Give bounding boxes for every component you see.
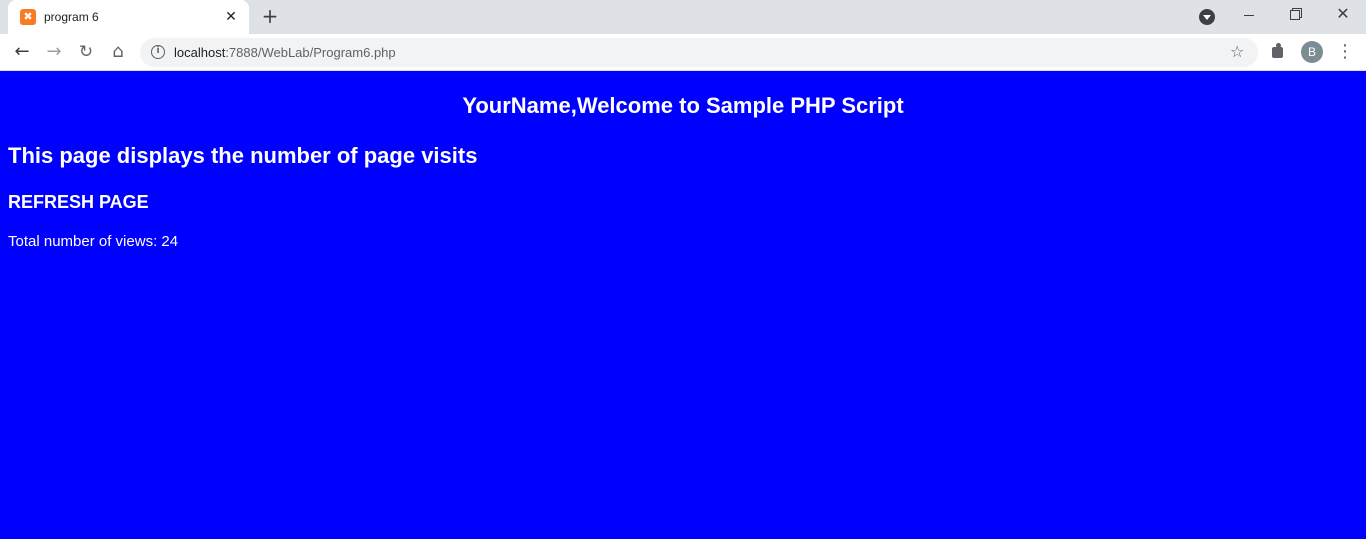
kebab-menu-icon[interactable]: ⋮ bbox=[1336, 40, 1354, 64]
profile-avatar[interactable]: B bbox=[1301, 41, 1323, 63]
restore-button[interactable] bbox=[1290, 8, 1302, 20]
tab-close-icon[interactable]: ✕ bbox=[222, 8, 240, 26]
window-close-button[interactable]: ✕ bbox=[1335, 4, 1351, 24]
view-count-text: Total number of views: 24 bbox=[8, 233, 179, 250]
page-subheading: This page displays the number of page vi… bbox=[8, 143, 478, 168]
tab-title: program 6 bbox=[44, 10, 99, 24]
reload-icon[interactable]: ↻ bbox=[74, 40, 98, 64]
extensions-puzzle-icon[interactable] bbox=[1271, 43, 1287, 59]
forward-icon[interactable]: → bbox=[42, 40, 66, 64]
url-host: localhost bbox=[174, 45, 226, 60]
tab-strip: ✖ program 6 ✕ + ✕ bbox=[0, 0, 1366, 34]
url-text[interactable]: localhost:7888/WebLab/Program6.php bbox=[174, 45, 396, 60]
browser-tab[interactable]: ✖ program 6 ✕ bbox=[8, 0, 249, 34]
xampp-favicon-icon: ✖ bbox=[20, 9, 36, 25]
tab-search-icon[interactable] bbox=[1199, 9, 1215, 25]
home-icon[interactable]: ⌂ bbox=[106, 40, 130, 64]
refresh-page-link[interactable]: REFRESH PAGE bbox=[8, 192, 149, 213]
back-icon[interactable]: ← bbox=[10, 40, 34, 64]
welcome-heading: YourName,Welcome to Sample PHP Script bbox=[462, 93, 904, 118]
browser-toolbar: ← → ↻ ⌂ i localhost:7888/WebLab/Program6… bbox=[0, 34, 1366, 71]
bookmark-star-icon[interactable]: ☆ bbox=[1230, 42, 1244, 61]
page-content: YourName,Welcome to Sample PHP Script Th… bbox=[0, 71, 1366, 539]
url-path: :7888/WebLab/Program6.php bbox=[225, 45, 396, 60]
site-info-icon[interactable]: i bbox=[151, 45, 165, 59]
new-tab-button[interactable]: + bbox=[260, 6, 280, 26]
address-bar[interactable]: i localhost:7888/WebLab/Program6.php ☆ bbox=[140, 38, 1258, 67]
minimize-button[interactable] bbox=[1244, 6, 1258, 26]
